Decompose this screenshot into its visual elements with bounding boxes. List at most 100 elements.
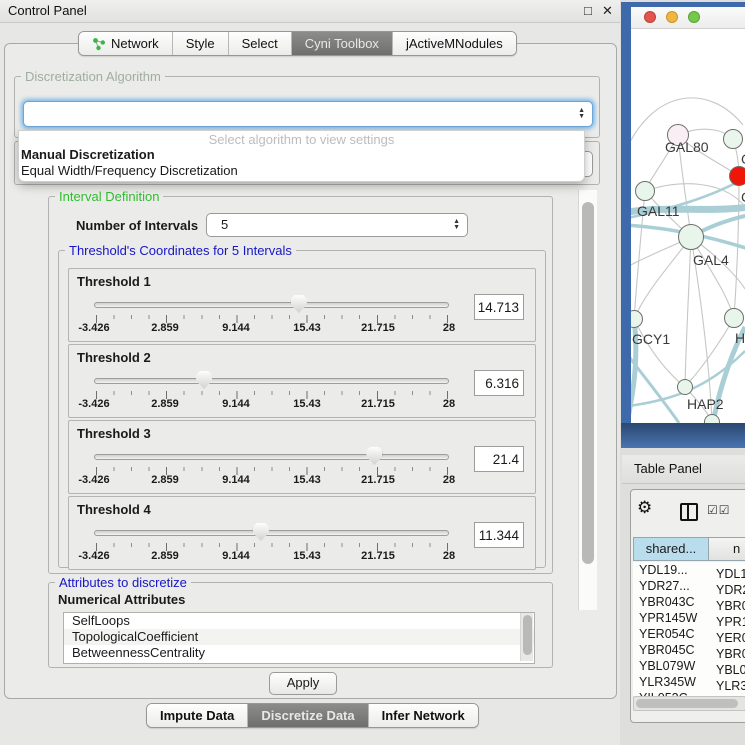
threshold-slider[interactable]	[94, 445, 449, 467]
numerical-attributes-list[interactable]: SelfLoops TopologicalCoefficient Between…	[63, 612, 535, 664]
node-label: C	[741, 189, 745, 205]
group-title: Interval Definition	[55, 189, 163, 204]
panel-scrollbar-thumb[interactable]	[582, 202, 594, 564]
threshold-value-field[interactable]: 6.316	[474, 370, 524, 396]
node-label: HAP2	[687, 396, 724, 412]
network-node[interactable]	[677, 379, 693, 395]
table-row[interactable]: YBR043CYBR0	[633, 594, 745, 610]
close-button[interactable]	[644, 11, 656, 23]
threshold-slider[interactable]	[94, 521, 449, 543]
apply-button[interactable]: Apply	[269, 672, 337, 695]
attributes-list-scrollbar[interactable]	[520, 613, 533, 661]
slider-thumb[interactable]	[366, 447, 382, 465]
column-header-shared-name[interactable]: shared...	[633, 537, 709, 561]
threshold-label: Threshold 3	[77, 426, 151, 441]
tab-jactivemnodules[interactable]: jActiveMNodules	[393, 32, 516, 55]
tab-label: jActiveMNodules	[406, 36, 503, 51]
minimize-button[interactable]	[666, 11, 678, 23]
network-node[interactable]	[635, 181, 655, 201]
threshold-value-field[interactable]: 14.713	[474, 294, 524, 320]
table-row[interactable]: YDR27...YDR2	[633, 578, 745, 594]
list-item[interactable]: SelfLoops	[64, 613, 534, 629]
gear-icon[interactable]: ⚙	[637, 498, 652, 518]
cell: YDR27...	[633, 578, 713, 594]
dropdown-item-equal-width[interactable]: Equal Width/Frequency Discretization	[21, 163, 238, 178]
node-label: GAL4	[693, 252, 729, 268]
node-label: GAL11	[637, 203, 680, 219]
column-header-name[interactable]: n	[709, 537, 745, 561]
slider-thumb[interactable]	[291, 295, 307, 313]
scale-tick-label: 28	[443, 474, 455, 486]
threshold-panel: Threshold 2 -3.426 2.859 9.144 15.43 21.…	[68, 344, 536, 418]
table-row[interactable]: YBR045CYBR0	[633, 642, 745, 658]
table-row[interactable]: YDL19...YDL1	[633, 562, 745, 578]
group-title: Threshold's Coordinates for 5 Intervals	[65, 243, 296, 258]
scale-tick-label: 15.43	[293, 398, 321, 410]
network-node[interactable]	[723, 129, 743, 149]
scale-tick-label: 9.144	[222, 550, 250, 562]
threshold-slider[interactable]	[94, 293, 449, 315]
table-row[interactable]: YLR345WYLR3	[633, 674, 745, 690]
threshold-value-field[interactable]: 11.344	[474, 522, 524, 548]
control-panel-window: Control Panel □ ✕ Network Style S	[0, 0, 620, 745]
attributes-scrollbar-thumb[interactable]	[523, 615, 532, 655]
tab-discretize-data[interactable]: Discretize Data	[248, 704, 368, 727]
zoom-button[interactable]	[688, 11, 700, 23]
tab-network[interactable]: Network	[79, 32, 173, 55]
table-hscrollbar[interactable]	[633, 696, 745, 711]
scale-tick-label: 28	[443, 398, 455, 410]
tab-label: Select	[242, 36, 278, 51]
list-item[interactable]: TopologicalCoefficient	[64, 629, 534, 645]
network-node[interactable]	[704, 414, 720, 423]
close-icon[interactable]: ✕	[602, 3, 613, 19]
threshold-slider[interactable]	[94, 369, 449, 391]
slider-scale: -3.426 2.859 9.144 15.43 21.715 28	[94, 550, 449, 562]
cyni-toolbox-panel: Discretization Algorithm ▲▼ Table Data g…	[4, 43, 617, 699]
threshold-value-field[interactable]: 21.4	[474, 446, 524, 472]
table-row[interactable]: YER054CYER0	[633, 626, 745, 642]
scale-tick-label: 2.859	[151, 550, 179, 562]
threshold-label: Threshold 2	[77, 350, 151, 365]
table-panel: ⚙ ☑☑ shared... n YDL19...YDL1 YDR27...YD…	[630, 489, 745, 723]
dropdown-item-manual[interactable]: Manual Discretization	[21, 147, 155, 162]
cell: YBR043C	[633, 594, 713, 610]
table-row[interactable]: YPR145WYPR1	[633, 610, 745, 626]
scale-tick-label: 15.43	[293, 474, 321, 486]
tab-select[interactable]: Select	[229, 32, 292, 55]
column-layout-icon[interactable]	[680, 503, 698, 521]
list-item[interactable]: BetweennessCentrality	[64, 645, 534, 661]
scale-tick-label: -3.426	[78, 474, 109, 486]
tab-impute-data[interactable]: Impute Data	[147, 704, 248, 727]
network-node[interactable]	[724, 308, 744, 328]
num-intervals-combobox[interactable]: 5 ▲▼	[206, 213, 468, 237]
tab-cyni-toolbox[interactable]: Cyni Toolbox	[292, 32, 393, 55]
scale-tick-label: 2.859	[151, 398, 179, 410]
tab-label: Cyni Toolbox	[305, 36, 379, 51]
scale-tick-label: 21.715	[361, 398, 395, 410]
tab-style[interactable]: Style	[173, 32, 229, 55]
network-canvas[interactable]: GAL80GACGAL11GAL4GCY1HHAP2	[631, 29, 745, 423]
combo-arrows-icon: ▲▼	[453, 214, 460, 236]
cell: YDL19...	[633, 562, 713, 578]
slider-thumb[interactable]	[253, 523, 269, 541]
table-rows: YDL19...YDL1 YDR27...YDR2 YBR043CYBR0 YP…	[633, 562, 745, 696]
network-window-titlebar[interactable]	[631, 7, 745, 29]
table-row[interactable]: YBL079WYBL0	[633, 658, 745, 674]
threshold-label: Threshold 1	[77, 274, 151, 289]
slider-scale: -3.426 2.859 9.144 15.43 21.715 28	[94, 322, 449, 334]
network-node[interactable]	[729, 166, 745, 186]
table-hscrollbar-thumb[interactable]	[636, 699, 738, 708]
slider-thumb[interactable]	[196, 371, 212, 389]
panel-scrollbar[interactable]	[578, 190, 597, 610]
scale-tick-label: -3.426	[78, 398, 109, 410]
node-label: GA	[741, 151, 745, 167]
algorithm-combobox[interactable]: ▲▼	[23, 101, 593, 127]
select-columns-icon[interactable]: ☑☑	[707, 503, 731, 517]
float-window-icon[interactable]: □	[584, 3, 592, 18]
threshold-panel: Threshold 1 -3.426 2.859 9.144 15.43 21.…	[68, 268, 536, 342]
network-node[interactable]	[678, 224, 704, 250]
combo-arrows-icon: ▲▼	[578, 102, 585, 126]
network-window: GAL80GACGAL11GAL4GCY1HHAP2	[621, 2, 745, 448]
dropdown-hint: Select algorithm to view settings	[19, 132, 584, 147]
tab-infer-network[interactable]: Infer Network	[369, 704, 478, 727]
